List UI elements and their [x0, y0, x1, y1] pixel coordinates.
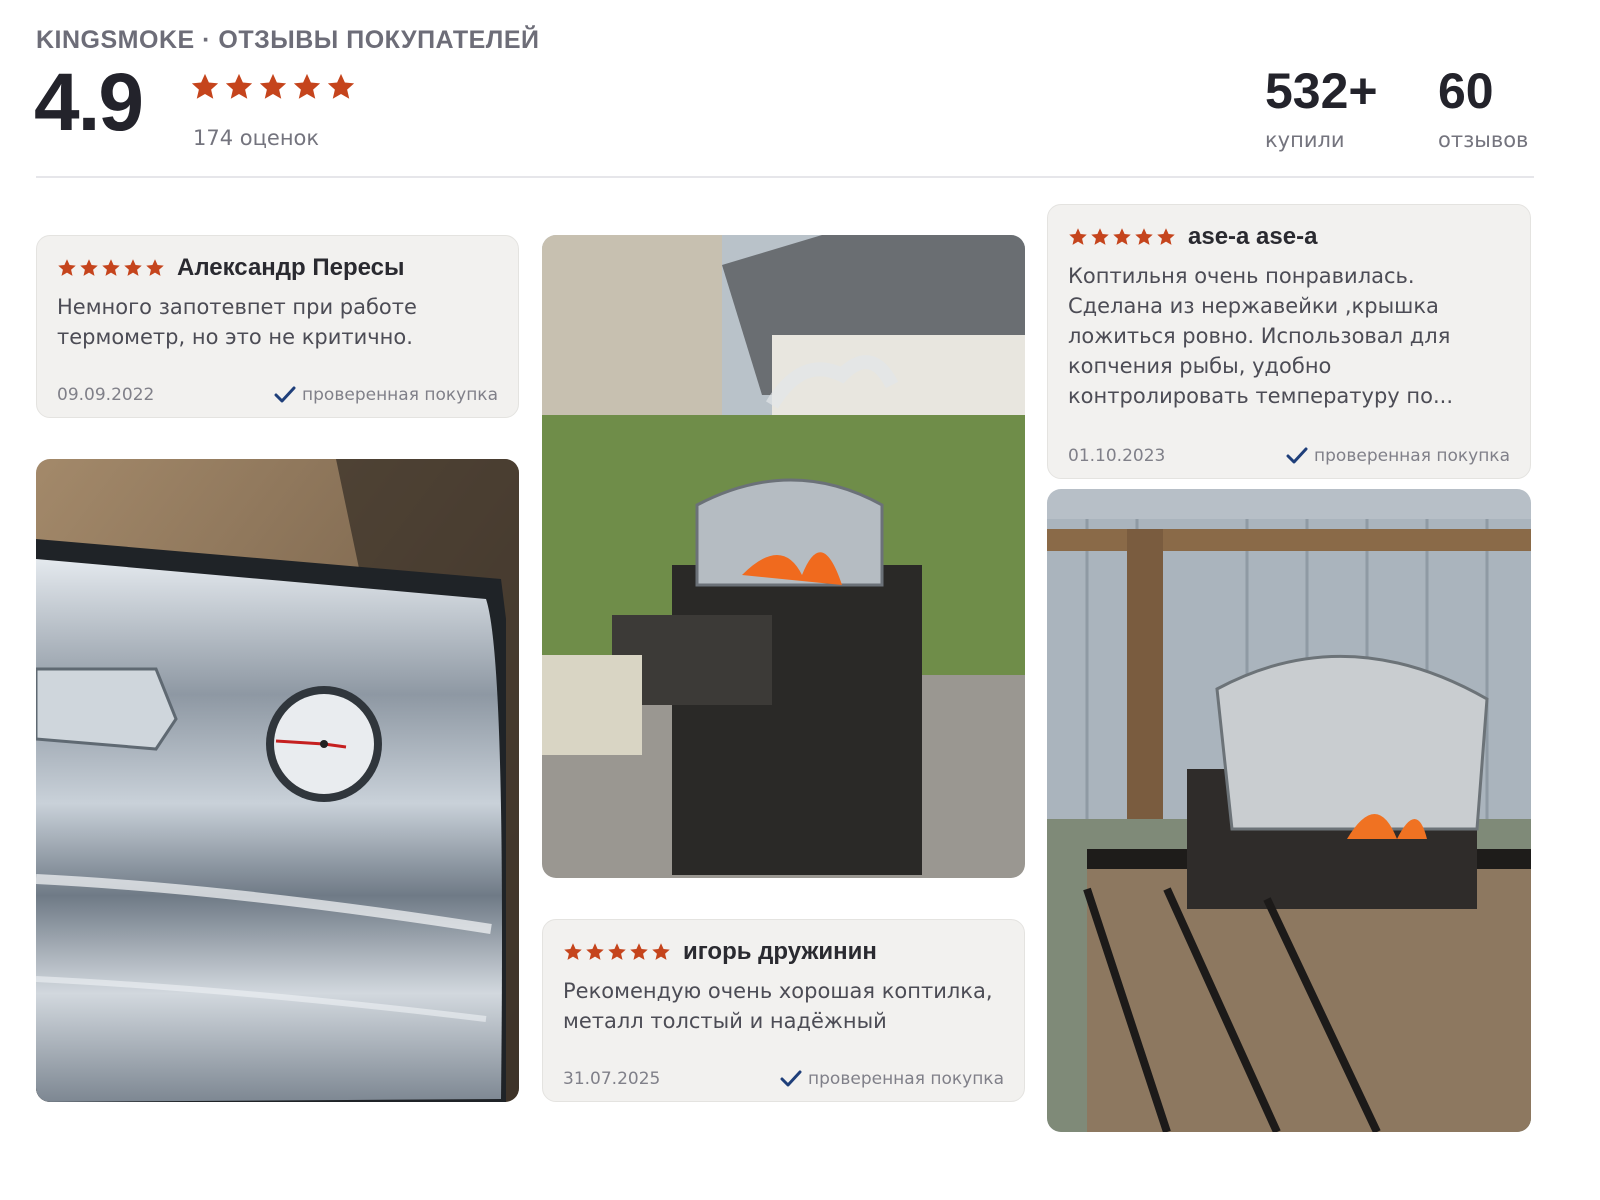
review-text: Рекомендую очень хорошая коптилка, метал…	[563, 979, 993, 1033]
review-text: Немного запотевпет при работе термометр,…	[57, 295, 417, 349]
verified-label: проверенная покупка	[808, 1069, 1004, 1089]
star-icon	[608, 943, 626, 960]
star-icon	[225, 73, 253, 99]
star-icon	[124, 259, 142, 276]
review-text: Коптильня очень понравилась. Сделана из …	[1068, 264, 1453, 408]
review-card[interactable]: Александр Пересы Немного запотевпет при …	[36, 235, 519, 418]
checkmark-icon	[780, 1070, 802, 1087]
verified-badge: проверенная покупка	[1286, 446, 1510, 466]
ratings-count: 174 оценок	[193, 126, 320, 150]
verified-label: проверенная покупка	[302, 385, 498, 405]
star-icon	[564, 943, 582, 960]
checkmark-icon	[274, 386, 296, 403]
reviews-stat: 60 отзывов	[1438, 62, 1528, 152]
star-icon	[586, 943, 604, 960]
verified-badge: проверенная покупка	[780, 1069, 1004, 1089]
review-date: 09.09.2022	[57, 385, 155, 405]
reviews-count: 60	[1438, 63, 1494, 119]
star-icon	[1157, 228, 1175, 245]
star-icon	[1135, 228, 1153, 245]
review-stars	[57, 258, 165, 278]
star-icon	[652, 943, 670, 960]
rating-stars	[190, 72, 356, 102]
star-icon	[58, 259, 76, 276]
star-icon	[191, 73, 219, 99]
average-rating: 4.9	[34, 57, 144, 148]
star-icon	[1113, 228, 1131, 245]
review-author: игорь дружинин	[683, 938, 877, 965]
review-photo-yard-smoker[interactable]	[542, 235, 1025, 878]
star-icon	[1069, 228, 1087, 245]
checkmark-icon	[1286, 447, 1308, 464]
star-icon	[293, 73, 321, 99]
header-divider	[36, 176, 1534, 178]
bought-label: купили	[1265, 128, 1345, 152]
review-stars	[563, 942, 671, 962]
review-author: ase-a ase-a	[1188, 223, 1318, 250]
star-icon	[327, 73, 355, 99]
star-icon	[146, 259, 164, 276]
review-date: 01.10.2023	[1068, 446, 1166, 466]
reviews-label: отзывов	[1438, 128, 1529, 152]
verified-badge: проверенная покупка	[274, 385, 498, 405]
review-card[interactable]: ase-a ase-a Коптильня очень понравилась.…	[1047, 204, 1531, 479]
review-stars	[1068, 227, 1176, 247]
brand-title: KINGSMOKE · ОТЗЫВЫ ПОКУПАТЕЛЕЙ	[36, 26, 540, 54]
review-author: Александр Пересы	[177, 254, 405, 281]
star-icon	[102, 259, 120, 276]
review-photo-fence-smoker[interactable]	[1047, 489, 1531, 1132]
star-icon	[80, 259, 98, 276]
bought-count: 532+	[1265, 63, 1378, 119]
star-icon	[259, 73, 287, 99]
verified-label: проверенная покупка	[1314, 446, 1510, 466]
star-icon	[630, 943, 648, 960]
review-date: 31.07.2025	[563, 1069, 661, 1089]
star-icon	[1091, 228, 1109, 245]
bought-stat: 532+ купили	[1265, 62, 1378, 152]
review-card[interactable]: игорь дружинин Рекомендую очень хорошая …	[542, 919, 1025, 1102]
review-photo-thermometer[interactable]	[36, 459, 519, 1102]
